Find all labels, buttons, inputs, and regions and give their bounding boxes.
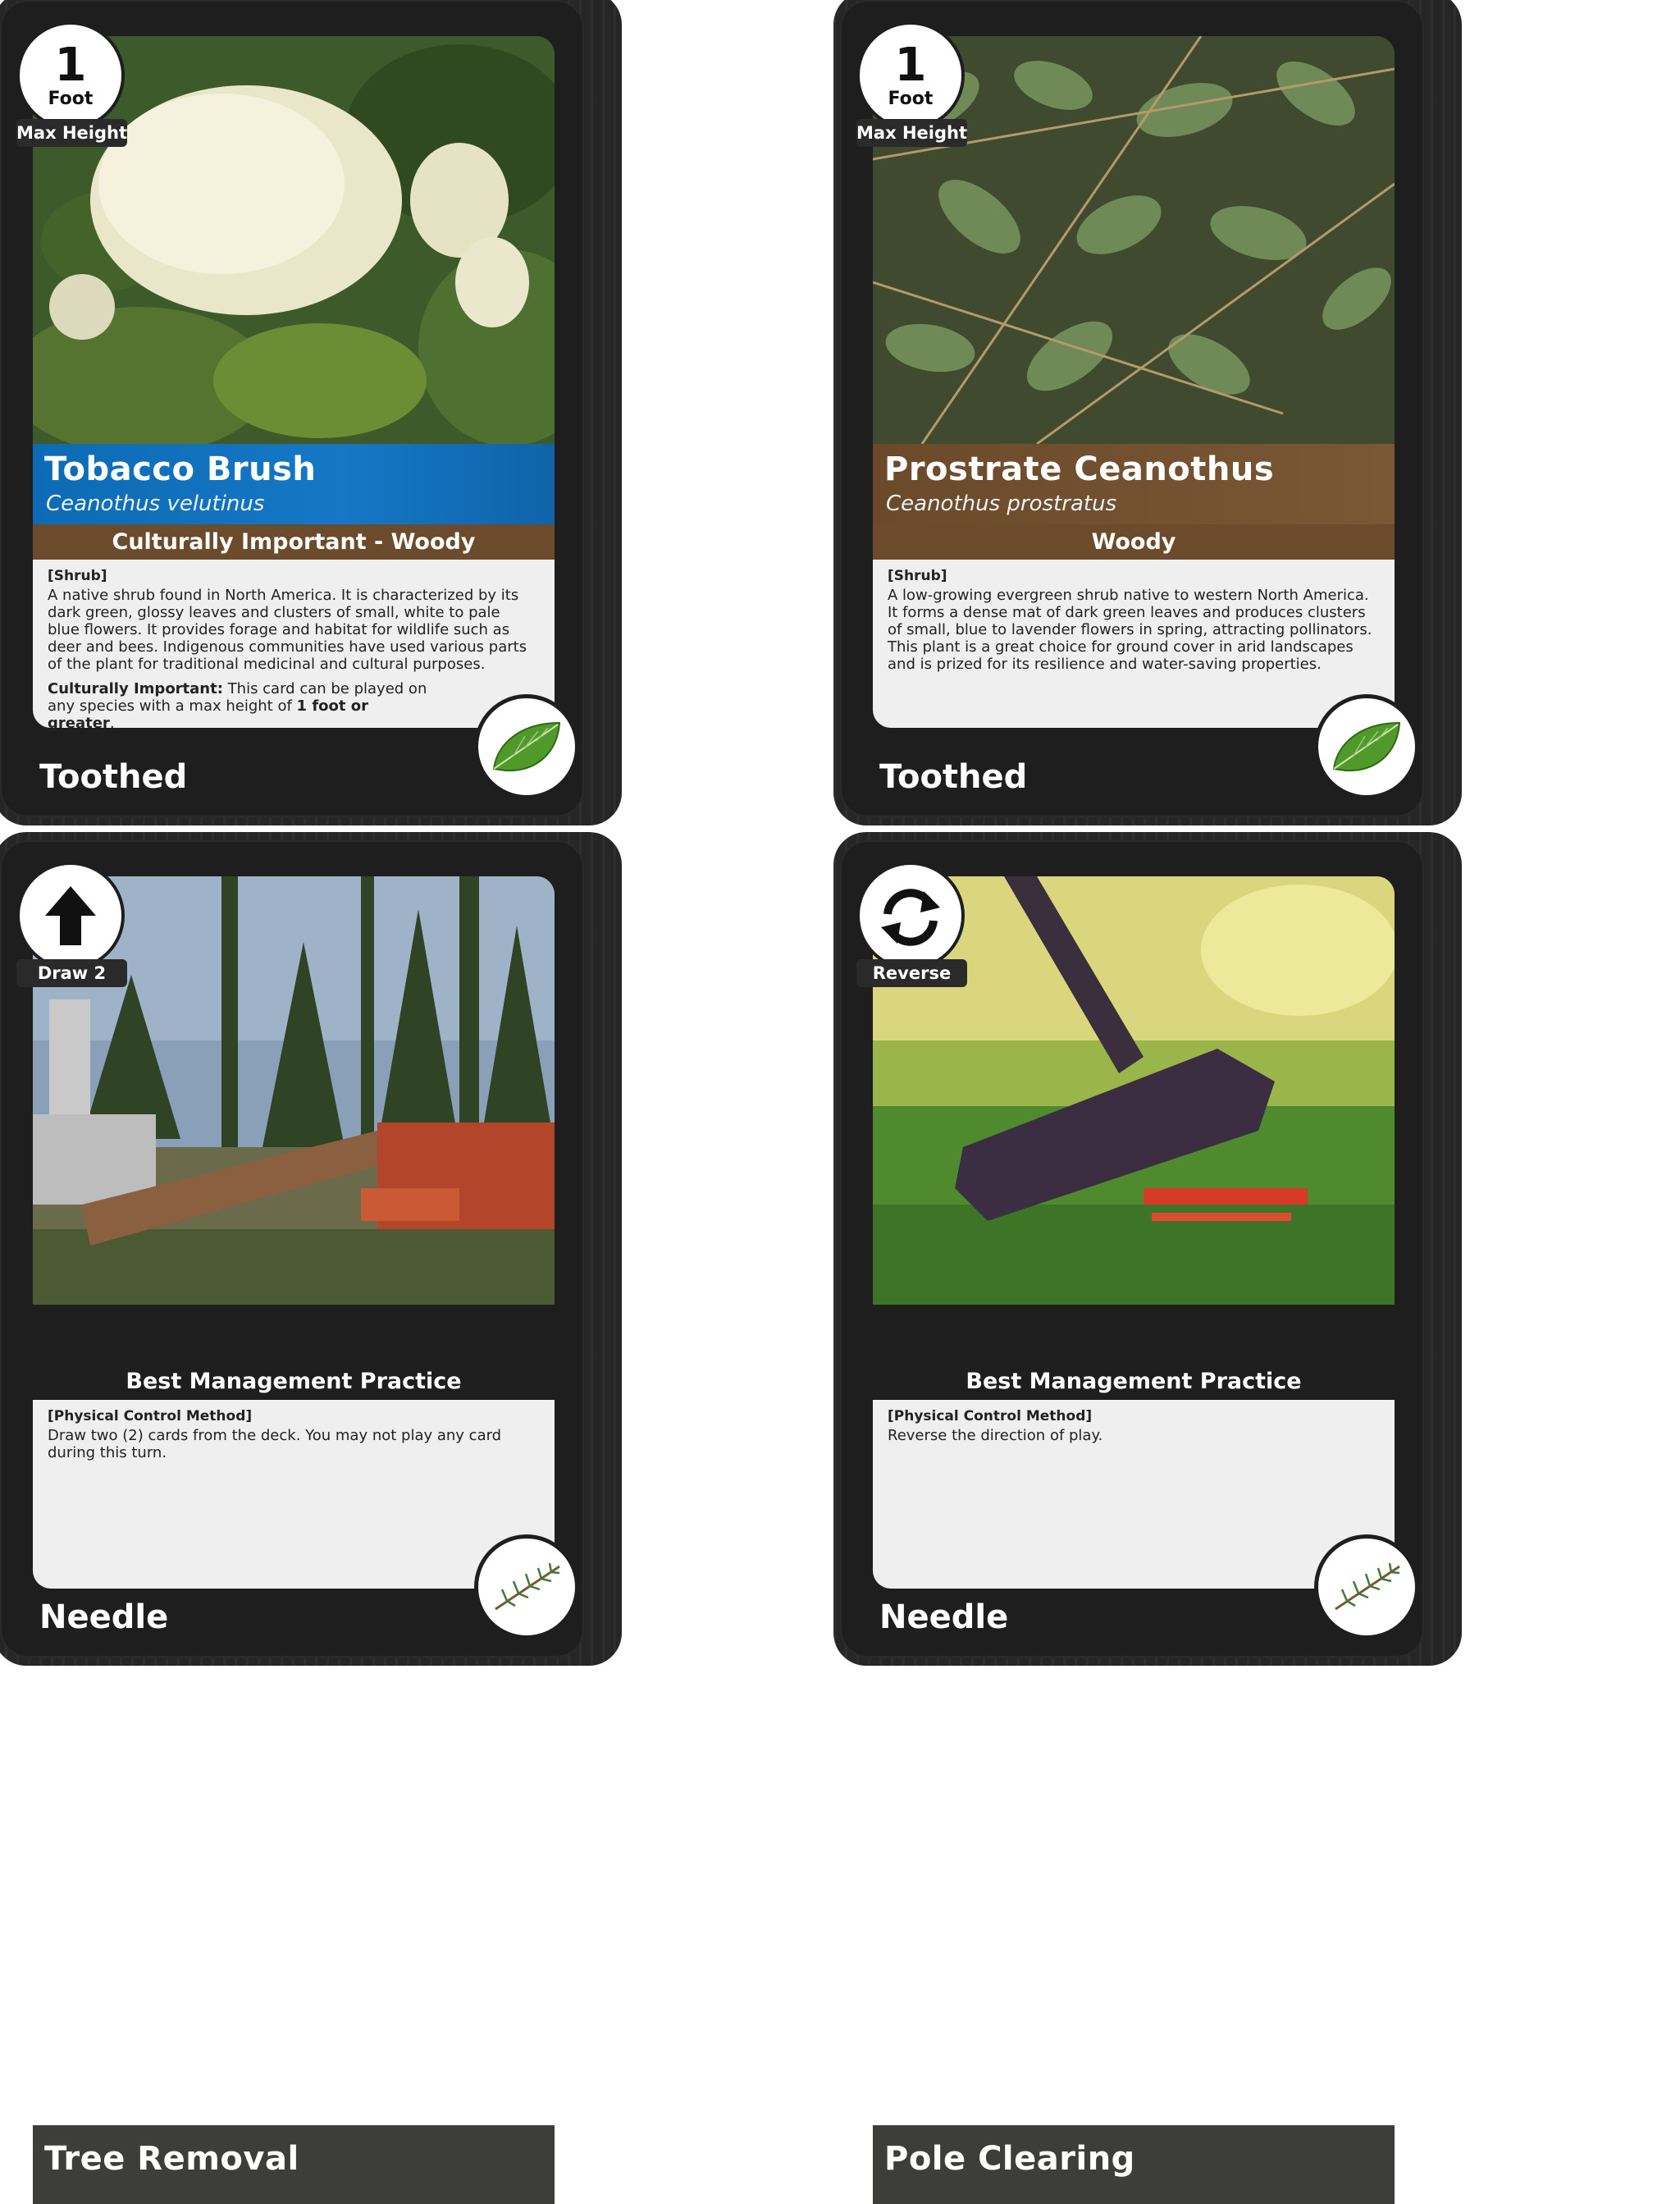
card-description-box: [Shrub] A native shrub found in North Am…: [33, 560, 555, 732]
card-category: Culturally Important - Woody: [33, 524, 555, 560]
max-height-value: 1: [894, 39, 927, 92]
title-band: Prostrate Ceanothus Ceanothus prostratus: [873, 444, 1395, 524]
card-name: Prostrate Ceanothus: [884, 450, 1275, 488]
needle-sprig-icon: [1314, 1534, 1419, 1639]
card-description-box: [Shrub] A low-growing evergreen shrub na…: [873, 560, 1395, 728]
title-band: Pole Clearing: [873, 2125, 1395, 2204]
card-type: [Physical Control Method]: [48, 1408, 253, 1424]
special-rule-label: Culturally Important:: [48, 680, 223, 697]
badge-label: Max Height: [856, 119, 967, 147]
max-height-badge: 1 Foot: [856, 21, 965, 130]
leaf-type: Needle: [39, 1598, 169, 1636]
card-category: Best Management Practice: [33, 1364, 555, 1399]
toothed-leaf-icon: [1314, 694, 1419, 799]
card-type: [Physical Control Method]: [888, 1408, 1093, 1424]
draw-two-badge: [16, 862, 125, 970]
max-height-unit: Foot: [888, 89, 934, 109]
scientific-name: Ceanothus prostratus: [886, 492, 1117, 516]
card-name: Pole Clearing: [884, 2140, 1135, 2178]
card-name: Tobacco Brush: [44, 450, 317, 488]
card-type: [Shrub]: [888, 568, 947, 584]
toothed-leaf-icon: [474, 694, 579, 799]
card-description: Reverse the direction of play.: [888, 1427, 1103, 1444]
card-description: A low-growing evergreen shrub native to …: [888, 587, 1372, 673]
leaf-type: Toothed: [39, 758, 188, 796]
needle-sprig-icon: [474, 1534, 579, 1639]
scientific-name: Ceanothus velutinus: [46, 492, 265, 516]
card-description-box: [Physical Control Method] Draw two (2) c…: [33, 1400, 555, 1589]
badge-label: Draw 2: [16, 959, 127, 987]
leaf-type: Toothed: [879, 758, 1028, 796]
special-rule: Culturally Important: This card can be p…: [48, 680, 427, 732]
max-height-value: 1: [54, 39, 87, 92]
card-description: Draw two (2) cards from the deck. You ma…: [48, 1427, 502, 1461]
max-height-unit: Foot: [48, 89, 94, 109]
leaf-type: Needle: [879, 1598, 1009, 1636]
reverse-badge: [856, 862, 965, 970]
card-prostrate-ceanothus[interactable]: Prostrate Ceanothus Ceanothus prostratus…: [833, 0, 1462, 825]
card-category: Woody: [873, 524, 1395, 560]
card-name: Tree Removal: [44, 2140, 299, 2178]
reverse-arrows-icon: [881, 889, 940, 946]
card-category: Best Management Practice: [873, 1364, 1395, 1399]
badge-label: Reverse: [856, 959, 967, 987]
arrow-up-icon: [45, 886, 96, 945]
card-type: [Shrub]: [48, 568, 107, 584]
card-description: A native shrub found in North America. I…: [48, 587, 527, 673]
max-height-badge: 1 Foot: [16, 21, 125, 130]
title-band: Tobacco Brush Ceanothus velutinus: [33, 444, 555, 524]
card-pole-clearing[interactable]: Pole Clearing Best Management Practice […: [833, 832, 1462, 2204]
title-band: Tree Removal: [33, 2125, 555, 2204]
card-description-box: [Physical Control Method] Reverse the di…: [873, 1400, 1395, 1589]
card-tree-removal[interactable]: Tree Removal Best Management Practice [P…: [0, 832, 622, 2204]
badge-label: Max Height: [16, 119, 127, 147]
card-tobacco-brush[interactable]: Tobacco Brush Ceanothus velutinus Cultur…: [0, 0, 622, 825]
